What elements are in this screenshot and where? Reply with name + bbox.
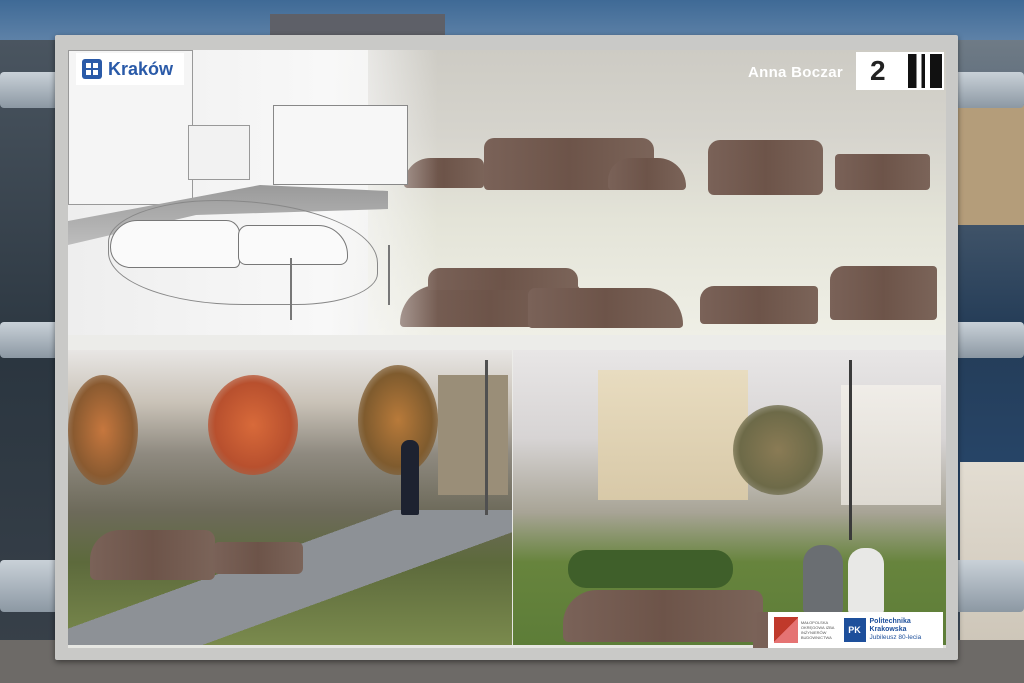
sketch-bench	[238, 225, 348, 265]
engineers-chamber-logo-icon	[774, 617, 798, 643]
bench-render	[830, 266, 937, 320]
sketch-building-palace	[273, 105, 408, 185]
logo-text: Kraków	[108, 58, 174, 79]
seated-person	[848, 548, 884, 614]
university-jubilee: Jubileusz 80-lecia	[869, 634, 922, 641]
university-text: Politechnika Krakowska Jubileusz 80-leci…	[870, 618, 943, 642]
hedge	[568, 550, 733, 588]
bench-render	[428, 268, 578, 290]
board-number-box: 2	[856, 52, 944, 90]
sketch-building-small	[188, 125, 250, 180]
lamp-post	[849, 360, 852, 540]
autumn-tree	[208, 375, 298, 475]
white-building	[841, 385, 941, 505]
bench-visualization	[563, 590, 763, 642]
author-name: Anna Boczar	[748, 64, 843, 81]
bench-render	[528, 288, 683, 328]
pk-logo-icon: PK	[843, 618, 866, 642]
qr-code-icon	[908, 54, 942, 88]
bench-render	[700, 286, 818, 324]
townhouse-building	[598, 370, 748, 500]
lamp-post	[485, 360, 488, 515]
sketch-bench	[110, 220, 240, 268]
seated-person	[803, 545, 843, 613]
university-name: Politechnika Krakowska	[869, 618, 911, 633]
visualization-photo-square	[513, 350, 946, 648]
visualization-photo-park	[68, 350, 512, 645]
bench-render	[708, 140, 823, 195]
partner-text: MAŁOPOLSKA OKRĘGOWA IZBA INŻYNIERÓW BUDO…	[800, 620, 835, 640]
bench-render	[835, 154, 930, 190]
bench-render	[608, 158, 686, 190]
krakow-logo: Kraków	[76, 53, 184, 85]
autumn-tree	[358, 365, 438, 475]
sponsor-footer: MAŁOPOLSKA OKRĘGOWA IZBA INŻYNIERÓW BUDO…	[768, 612, 943, 648]
krakow-logo-icon	[82, 59, 102, 79]
board-number: 2	[870, 55, 886, 86]
bench-visualization	[213, 542, 303, 574]
tree	[733, 405, 823, 495]
bench-visualization	[90, 530, 215, 580]
poster-panel: Kraków Anna Boczar 2 MAŁOPOLSKA OKRĘGOWA…	[68, 50, 946, 648]
sketch-lamp-post	[290, 258, 292, 320]
bench-render-area	[368, 50, 946, 335]
walking-man	[401, 440, 419, 515]
stone-wall	[438, 375, 508, 495]
background-right-building	[958, 105, 1024, 225]
autumn-tree	[68, 375, 138, 485]
pencil-sketch	[68, 50, 438, 335]
sketch-lamp-post	[388, 245, 390, 305]
